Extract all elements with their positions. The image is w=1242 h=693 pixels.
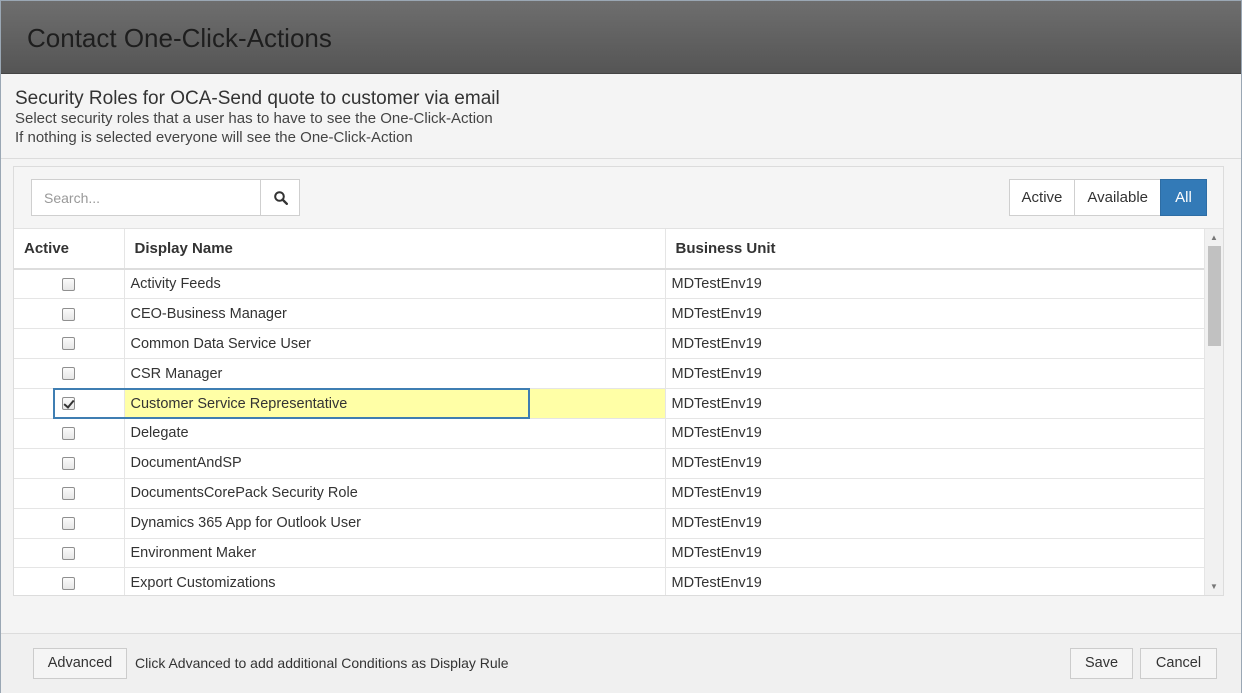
- active-checkbox[interactable]: [62, 337, 76, 351]
- display-name-cell: CSR Manager: [124, 358, 666, 390]
- title-bar: Contact One-Click-Actions: [1, 1, 1241, 74]
- table-row[interactable]: CSR Manager MDTestEnv19: [14, 358, 1204, 390]
- business-unit-cell: MDTestEnv19: [665, 328, 1204, 360]
- display-name-cell: Activity Feeds: [124, 269, 666, 300]
- display-name-cell: Environment Maker: [124, 538, 666, 569]
- display-name-cell: CEO-Business Manager: [124, 298, 666, 330]
- filter-available-button[interactable]: Available: [1074, 179, 1161, 216]
- filter-all-button[interactable]: All: [1160, 179, 1207, 216]
- column-header-active[interactable]: Active: [14, 229, 125, 270]
- search-input[interactable]: [31, 179, 260, 216]
- scroll-down-arrow-icon[interactable]: ▼: [1205, 578, 1223, 595]
- active-checkbox[interactable]: [62, 546, 76, 560]
- business-unit-cell: MDTestEnv19: [665, 567, 1204, 595]
- business-unit-cell: MDTestEnv19: [665, 269, 1204, 300]
- business-unit-cell: MDTestEnv19: [665, 388, 1204, 419]
- table-row[interactable]: Customer Service Representative MDTestEnv…: [14, 388, 1204, 419]
- display-name-cell: Delegate: [124, 418, 666, 449]
- table-row[interactable]: CEO-Business Manager MDTestEnv19: [14, 298, 1204, 330]
- filter-toggle-group: Active Available All: [1008, 179, 1207, 216]
- advanced-hint-text: Click Advanced to add additional Conditi…: [135, 655, 509, 671]
- dialog-title: Contact One-Click-Actions: [27, 23, 332, 53]
- active-checkbox[interactable]: [62, 576, 76, 590]
- table-row[interactable]: Common Data Service User MDTestEnv19: [14, 328, 1204, 360]
- cancel-button[interactable]: Cancel: [1140, 648, 1217, 679]
- active-checkbox[interactable]: [62, 307, 76, 321]
- footer: Advanced Click Advanced to add additiona…: [1, 633, 1241, 693]
- active-cell: [14, 269, 125, 300]
- scrollbar-thumb[interactable]: [1208, 246, 1221, 346]
- active-checkbox[interactable]: [62, 486, 76, 500]
- section-title: Security Roles for OCA-Send quote to cus…: [15, 88, 500, 109]
- active-cell: [14, 567, 125, 595]
- instruction-line-1: Select security roles that a user has to…: [15, 110, 493, 127]
- business-unit-cell: MDTestEnv19: [665, 298, 1204, 330]
- active-cell: [14, 298, 125, 330]
- display-name-cell: DocumentAndSP: [124, 448, 666, 479]
- table-scrollbar[interactable]: ▲ ▼: [1204, 229, 1223, 595]
- active-cell: [14, 328, 125, 360]
- active-cell: [14, 358, 125, 390]
- advanced-button[interactable]: Advanced: [33, 648, 127, 679]
- active-cell: [14, 418, 125, 449]
- display-name-cell: Dynamics 365 App for Outlook User: [124, 508, 666, 539]
- search-icon: [274, 191, 288, 205]
- roles-table-container: Active Display Name Business Unit Activi…: [14, 229, 1204, 595]
- display-name-cell: Customer Service Representative: [124, 388, 666, 419]
- display-name-cell: Common Data Service User: [124, 328, 666, 360]
- search-button[interactable]: [260, 179, 300, 216]
- table-row[interactable]: DocumentsCorePack Security Role MDTestEnv…: [14, 478, 1204, 509]
- business-unit-cell: MDTestEnv19: [665, 478, 1204, 509]
- roles-panel: Active Available All Active Display Name…: [13, 166, 1224, 596]
- active-checkbox[interactable]: [62, 456, 76, 470]
- active-checkbox[interactable]: [62, 427, 76, 441]
- header-area: Security Roles for OCA-Send quote to cus…: [1, 75, 1241, 159]
- active-checkbox[interactable]: [62, 397, 76, 411]
- business-unit-cell: MDTestEnv19: [665, 448, 1204, 479]
- active-cell: [14, 508, 125, 539]
- roles-table: Active Display Name Business Unit Activi…: [14, 229, 1204, 595]
- table-row[interactable]: Environment Maker MDTestEnv19: [14, 538, 1204, 569]
- save-button[interactable]: Save: [1070, 648, 1133, 679]
- column-header-display-name[interactable]: Display Name: [124, 229, 666, 270]
- business-unit-cell: MDTestEnv19: [665, 358, 1204, 390]
- scroll-up-arrow-icon[interactable]: ▲: [1205, 229, 1223, 246]
- display-name-cell: DocumentsCorePack Security Role: [124, 478, 666, 509]
- business-unit-cell: MDTestEnv19: [665, 418, 1204, 449]
- active-cell: [14, 478, 125, 509]
- display-name-cell: Export Customizations: [124, 567, 666, 595]
- dialog: Contact One-Click-Actions Security Roles…: [0, 0, 1242, 693]
- instruction-line-2: If nothing is selected everyone will see…: [15, 129, 413, 146]
- table-row[interactable]: Delegate MDTestEnv19: [14, 418, 1204, 449]
- table-header-row: Active Display Name Business Unit: [14, 229, 1204, 270]
- table-row[interactable]: Activity Feeds MDTestEnv19: [14, 269, 1204, 300]
- table-row[interactable]: Export Customizations MDTestEnv19: [14, 567, 1204, 595]
- active-checkbox[interactable]: [62, 367, 76, 381]
- table-row[interactable]: DocumentAndSP MDTestEnv19: [14, 448, 1204, 479]
- business-unit-cell: MDTestEnv19: [665, 508, 1204, 539]
- column-header-business-unit[interactable]: Business Unit: [665, 229, 1204, 270]
- table-row[interactable]: Dynamics 365 App for Outlook User MDTestE…: [14, 508, 1204, 539]
- active-cell: [14, 448, 125, 479]
- active-checkbox[interactable]: [62, 277, 76, 291]
- active-cell: [14, 538, 125, 569]
- filter-active-button[interactable]: Active: [1008, 179, 1076, 216]
- active-cell: [14, 388, 125, 419]
- business-unit-cell: MDTestEnv19: [665, 538, 1204, 569]
- active-checkbox[interactable]: [62, 516, 76, 530]
